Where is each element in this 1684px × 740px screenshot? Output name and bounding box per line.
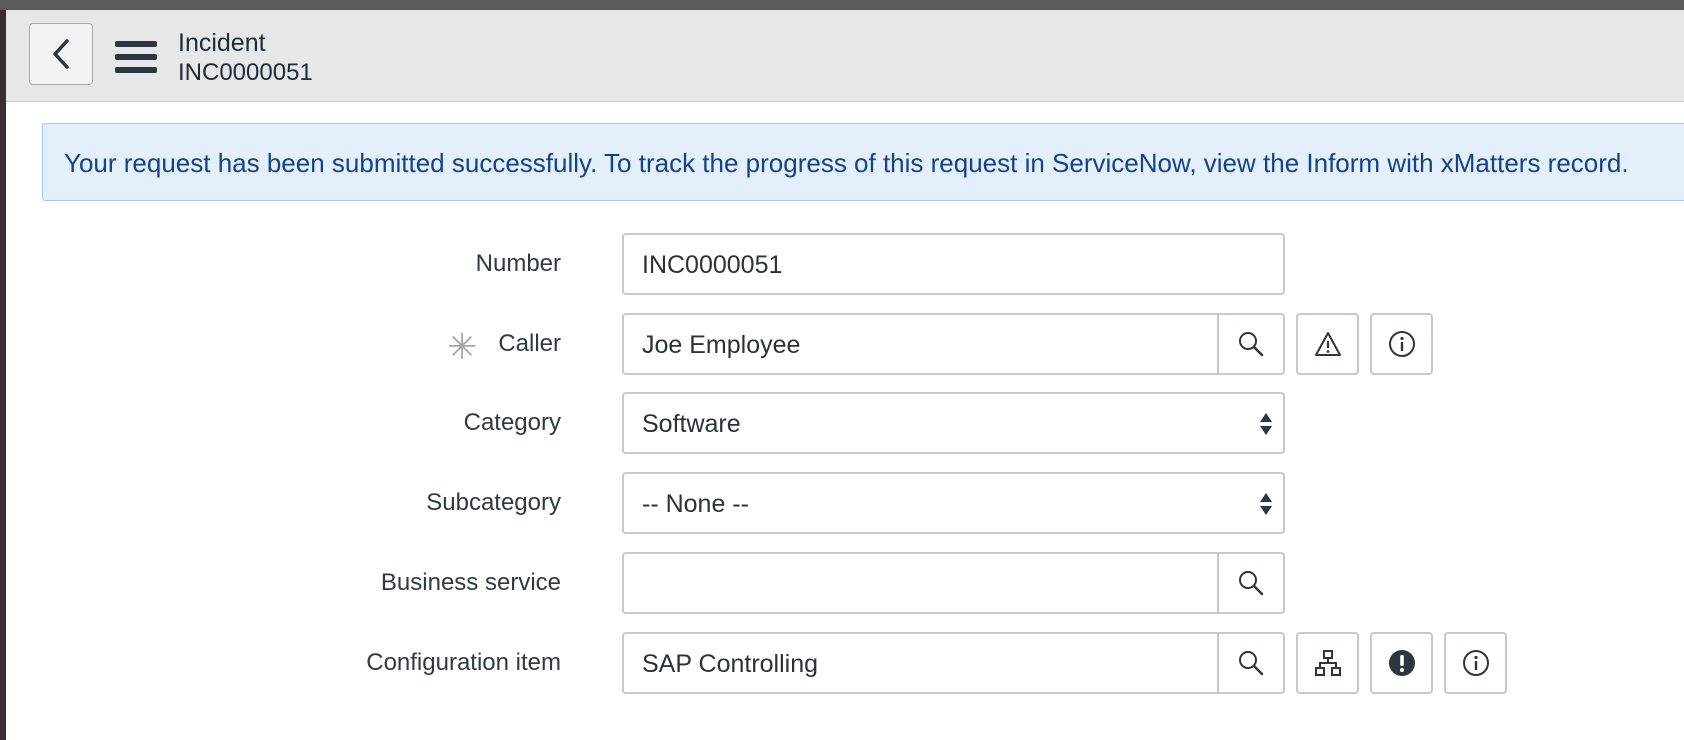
category-label: Category [463,409,561,436]
caller-label: Caller [498,330,561,357]
subcategory-select[interactable]: -- None -- [622,472,1285,534]
info-circle-icon [1388,331,1415,357]
banner-text-after: . [1621,148,1629,178]
select-arrows-icon [1260,413,1272,435]
record-number-subtitle: INC0000051 [178,59,313,86]
window-left-edge [0,10,6,740]
caller-info-button[interactable] [1370,313,1433,375]
exclamation-circle-icon [1388,650,1415,676]
banner-text-before: Your request has been submitted successf… [64,148,1307,178]
number-field[interactable]: INC0000051 [622,233,1285,295]
info-circle-icon [1462,650,1489,676]
configuration-item-info-button[interactable] [1444,632,1507,694]
number-label: Number [475,250,561,277]
page-title: Incident [178,29,266,57]
configuration-item-lookup-button[interactable] [1217,634,1283,692]
caller-field[interactable]: Joe Employee [622,313,1285,375]
banner-message: Your request has been submitted successf… [64,148,1629,179]
business-service-field[interactable] [622,552,1285,614]
dependency-tree-icon [1314,650,1341,676]
configuration-item-label: Configuration item [366,649,561,676]
required-asterisk-icon: ✳ [447,326,478,367]
chevron-left-icon [53,39,69,69]
dependency-view-button[interactable] [1296,632,1359,694]
business-service-lookup-button[interactable] [1217,554,1283,612]
search-icon [1239,571,1264,596]
warning-triangle-icon [1314,332,1341,356]
configuration-item-alert-button[interactable] [1370,632,1433,694]
caller-value: Joe Employee [642,331,801,359]
search-icon [1239,332,1264,357]
back-button[interactable] [29,23,93,85]
form-header: Incident INC0000051 [6,10,1684,102]
number-value: INC0000051 [642,251,783,279]
category-select[interactable]: Software [622,392,1285,454]
select-arrows-icon [1260,493,1272,515]
caller-warning-button[interactable] [1296,313,1359,375]
subcategory-label: Subcategory [426,489,561,516]
business-service-label: Business service [380,569,561,596]
category-value: Software [642,410,741,438]
success-message-banner: Your request has been submitted successf… [42,123,1684,201]
caller-lookup-button[interactable] [1217,315,1283,373]
configuration-item-field[interactable]: SAP Controlling [622,632,1285,694]
hamburger-menu-icon[interactable] [115,40,157,74]
inform-xmatters-record-link[interactable]: Inform with xMatters record [1306,148,1621,178]
window-top-bar [0,0,1684,10]
subcategory-value: -- None -- [642,490,749,518]
configuration-item-value: SAP Controlling [642,650,819,678]
search-icon [1239,651,1264,676]
